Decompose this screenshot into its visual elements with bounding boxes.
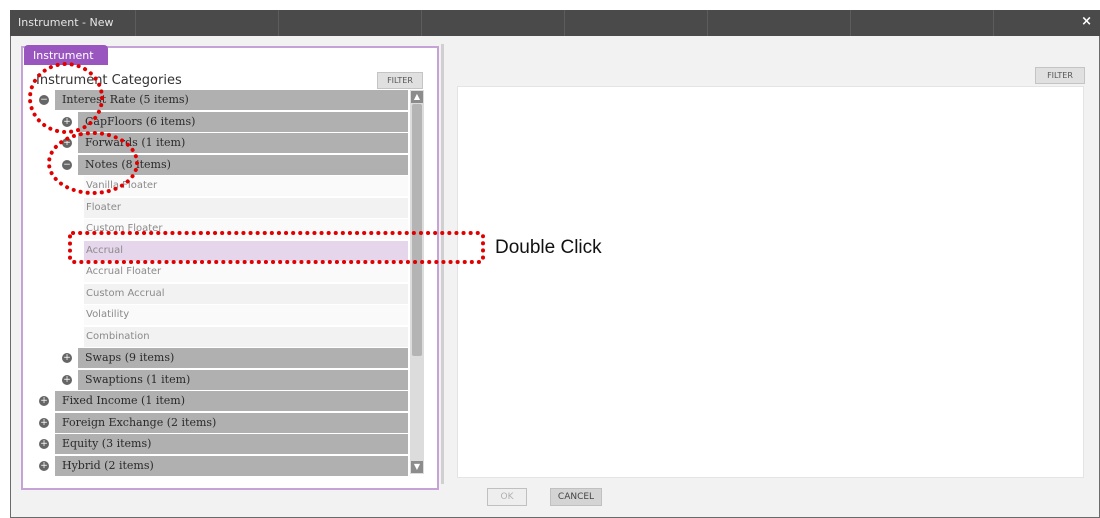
tree-group-label[interactable]: Swaptions (1 item) (78, 370, 408, 390)
ok-button[interactable]: OK (487, 488, 527, 506)
window-title: Instrument - New (18, 16, 114, 29)
expand-icon[interactable]: + (39, 396, 49, 406)
expand-icon[interactable]: + (62, 138, 72, 148)
tree-group-label[interactable]: Forwards (1 item) (78, 133, 408, 153)
tree-leaf-row[interactable]: Accrual (36, 241, 408, 262)
tree-leaf-label[interactable]: Floater (84, 198, 408, 218)
tree-group-row[interactable]: + Swaps (9 items) (36, 348, 408, 369)
tree-group-label[interactable]: Notes (8 items) (78, 155, 408, 175)
collapse-icon[interactable]: − (39, 95, 49, 105)
tree-group-label[interactable]: Hybrid (2 items) (55, 456, 408, 476)
tree-leaf-row[interactable]: Combination (36, 327, 408, 348)
categories-title: Instrument Categories (36, 73, 182, 88)
tree-leaf-row[interactable]: Custom Accrual (36, 284, 408, 305)
expand-icon[interactable]: + (39, 418, 49, 428)
scroll-thumb[interactable] (412, 104, 422, 356)
tree-group-row[interactable]: − Interest Rate (5 items) (36, 90, 408, 111)
expand-icon[interactable]: + (62, 375, 72, 385)
scroll-up-icon[interactable]: ▲ (411, 91, 423, 103)
tree-group-row[interactable]: + CapFloors (6 items) (36, 112, 408, 133)
tree-leaf-label[interactable]: Custom Floater (84, 219, 408, 239)
tree-group-row[interactable]: − Notes (8 items) (36, 155, 408, 176)
annotation-text: Double Click (495, 237, 602, 258)
expand-icon[interactable]: + (39, 439, 49, 449)
tree-group-row[interactable]: + Fixed Income (1 item) (36, 391, 408, 412)
tree-scrollbar[interactable]: ▲ ▼ (410, 90, 424, 474)
tree-group-label[interactable]: Fixed Income (1 item) (55, 391, 408, 411)
tree-group-label[interactable]: CapFloors (6 items) (78, 112, 408, 132)
tab-instrument[interactable]: Instrument (24, 45, 108, 65)
tree-leaf-row[interactable]: Volatility (36, 305, 408, 326)
tree-group-row[interactable]: + Equity (3 items) (36, 434, 408, 455)
tree-leaf-label[interactable]: Accrual Floater (84, 262, 408, 282)
collapse-icon[interactable]: − (62, 160, 72, 170)
category-tree: − Interest Rate (5 items) + CapFloors (6 it… (36, 90, 408, 480)
expand-icon[interactable]: + (39, 461, 49, 471)
tree-leaf-label[interactable]: Combination (84, 327, 408, 347)
close-icon[interactable]: × (1081, 14, 1092, 29)
tree-leaf-row[interactable]: Custom Floater (36, 219, 408, 240)
filter-button-right[interactable]: FILTER (1035, 67, 1085, 84)
tree-group-label[interactable]: Interest Rate (5 items) (55, 90, 408, 110)
cancel-button[interactable]: CANCEL (550, 488, 602, 506)
tree-group-row[interactable]: + Forwards (1 item) (36, 133, 408, 154)
tree-group-row[interactable]: + Swaptions (1 item) (36, 370, 408, 391)
tree-leaf-row[interactable]: Floater (36, 198, 408, 219)
expand-icon[interactable]: + (62, 117, 72, 127)
tree-leaf-label[interactable]: Custom Accrual (84, 284, 408, 304)
title-bar: Instrument - New × (10, 10, 1100, 36)
tree-leaf-row[interactable]: Accrual Floater (36, 262, 408, 283)
tree-leaf-label[interactable]: Vanilla Floater (84, 176, 408, 196)
tree-leaf-label-selected[interactable]: Accrual (84, 241, 408, 261)
tree-group-row[interactable]: + Hybrid (2 items) (36, 456, 408, 477)
tree-leaf-label[interactable]: Volatility (84, 305, 408, 325)
tree-group-label[interactable]: Swaps (9 items) (78, 348, 408, 368)
expand-icon[interactable]: + (62, 353, 72, 363)
filter-button-left[interactable]: FILTER (377, 72, 423, 89)
details-pane (457, 86, 1084, 478)
tree-group-label[interactable]: Equity (3 items) (55, 434, 408, 454)
tree-group-row[interactable]: + Foreign Exchange (2 items) (36, 413, 408, 434)
scroll-down-icon[interactable]: ▼ (411, 461, 423, 473)
tree-leaf-row[interactable]: Vanilla Floater (36, 176, 408, 197)
tree-group-label[interactable]: Foreign Exchange (2 items) (55, 413, 408, 433)
pane-divider[interactable] (441, 44, 444, 484)
